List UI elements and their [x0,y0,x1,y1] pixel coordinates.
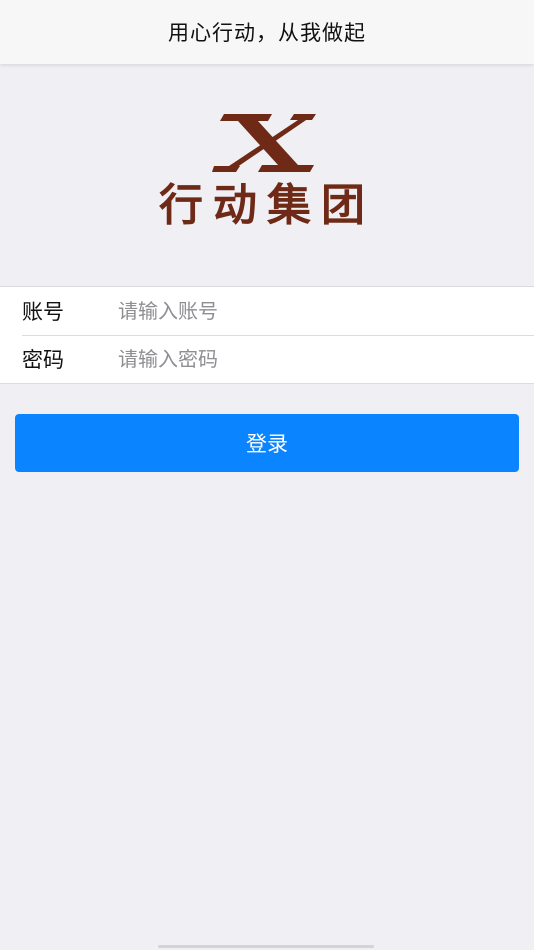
account-row: 账号 [0,287,534,335]
page-title: 用心行动，从我做起 [168,21,366,45]
logo-text: 行动集团 [159,180,375,231]
nav-bar: 用心行动，从我做起 [0,0,534,64]
password-label: 密码 [22,348,64,372]
account-input[interactable] [118,291,518,331]
password-input[interactable] [118,339,518,379]
login-button[interactable]: 登录 [15,414,519,472]
company-logo: 行动集团 [130,112,404,238]
account-label: 账号 [22,300,64,324]
login-button-label: 登录 [246,432,288,456]
home-indicator [158,945,374,948]
login-form: 账号 密码 [0,286,534,384]
x-logo-icon [212,114,316,172]
password-row: 密码 [0,335,534,383]
